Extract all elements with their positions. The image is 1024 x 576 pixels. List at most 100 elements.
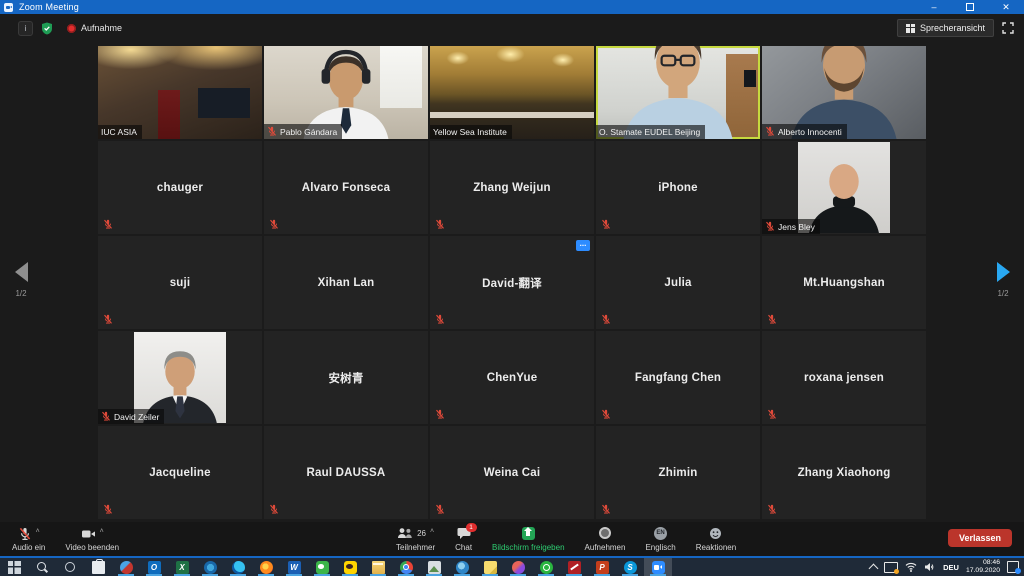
participant-tile-pablo-g-ndara[interactable]: Pablo Gándara <box>264 46 428 139</box>
participants-button[interactable]: 26 ˄ Teilnehmer <box>396 527 435 552</box>
participant-tile-roxana-jensen[interactable]: roxana jensen <box>762 331 926 424</box>
interpretation-button[interactable]: EN Englisch <box>645 527 675 552</box>
participant-tile-jens-bley[interactable]: Jens Bley <box>762 141 926 234</box>
taskbar-icon-search[interactable] <box>28 558 56 576</box>
participant-tile-jacqueline[interactable]: Jacqueline <box>98 426 262 519</box>
taskbar-icon-outlook[interactable]: O <box>140 558 168 576</box>
participant-tile-iuc-asia[interactable]: IUC ASIA <box>98 46 262 139</box>
leave-meeting-button[interactable]: Verlassen <box>948 529 1012 547</box>
participant-tile-suji[interactable]: suji <box>98 236 262 329</box>
taskbar-icon-wechat[interactable] <box>308 558 336 576</box>
chat-button[interactable]: 1 Chat <box>455 527 472 552</box>
muted-mic-icon <box>601 219 611 230</box>
tray-display-icon[interactable] <box>884 562 898 573</box>
meeting-info-icon[interactable]: i <box>18 21 33 36</box>
participant-tile-david-zeiler[interactable]: David Zeiler <box>98 331 262 424</box>
participant-tile-chauger[interactable]: chauger <box>98 141 262 234</box>
taskbar-icon-excel[interactable]: X <box>168 558 196 576</box>
participant-tile-zhimin[interactable]: Zhimin <box>596 426 760 519</box>
taskbar-icon-start[interactable] <box>0 558 28 576</box>
participant-name: ChenYue <box>430 331 594 424</box>
wifi-icon[interactable] <box>905 562 917 572</box>
encryption-shield-icon <box>41 22 53 35</box>
previous-page-button[interactable]: 1/2 <box>6 262 36 298</box>
participant-name: O. Stamate EUDEL Beijing <box>599 127 700 137</box>
pdf-reader-icon <box>568 561 581 574</box>
participant-tile-raul-daussa[interactable]: Raul DAUSSA <box>264 426 428 519</box>
participant-name: Mt.Huangshan <box>762 236 926 329</box>
participant-tile-o-stamate-eudel-beijing[interactable]: O. Stamate EUDEL Beijing <box>596 46 760 139</box>
taskbar-icon-explorer[interactable] <box>364 558 392 576</box>
taskbar-icon-edge[interactable] <box>224 558 252 576</box>
participant-tile-julia[interactable]: Julia <box>596 236 760 329</box>
next-page-button[interactable]: 1/2 <box>988 262 1018 298</box>
taskbar-icon-pdf-reader[interactable] <box>560 558 588 576</box>
taskbar-icon-thunderbird[interactable] <box>112 558 140 576</box>
participant-tile-zhang-xiaohong[interactable]: Zhang Xiaohong <box>762 426 926 519</box>
participant-tile-alberto-innocenti[interactable]: Alberto Innocenti <box>762 46 926 139</box>
taskbar-icon-blue-circle-app[interactable] <box>196 558 224 576</box>
share-screen-label: Bildschirm freigeben <box>492 543 564 552</box>
action-center-icon[interactable] <box>1007 561 1019 573</box>
clock-time: 08:46 <box>966 559 1000 567</box>
taskbar-icon-whatsapp[interactable] <box>532 558 560 576</box>
participant-tile-chenyue[interactable]: ChenYue <box>430 331 594 424</box>
taskbar-icon-word[interactable]: W <box>280 558 308 576</box>
participant-tile-zhang-weijun[interactable]: Zhang Weijun <box>430 141 594 234</box>
taskbar-icon-sticky-notes[interactable] <box>476 558 504 576</box>
record-button[interactable]: Aufnehmen <box>585 527 626 552</box>
maximize-button[interactable] <box>952 0 988 14</box>
keyboard-language-indicator[interactable]: DEU <box>943 563 959 572</box>
taskbar-icon-zoom[interactable] <box>644 558 672 576</box>
grid-view-icon <box>906 24 915 33</box>
minimize-button[interactable]: – <box>916 0 952 14</box>
participant-tile-david[interactable]: David-翻译... <box>430 236 594 329</box>
window-title: Zoom Meeting <box>19 2 79 12</box>
tray-overflow-chevron-icon[interactable] <box>869 563 879 573</box>
participant-name: Julia <box>596 236 760 329</box>
participant-name: chauger <box>98 141 262 234</box>
taskbar-icon-skype[interactable]: S <box>616 558 644 576</box>
more-options-badge[interactable]: ... <box>576 240 590 251</box>
participant-tile-xihan-lan[interactable]: Xihan Lan <box>264 236 428 329</box>
store-icon <box>92 561 105 574</box>
audio-button[interactable]: ˄ Audio ein <box>12 527 45 552</box>
video-button[interactable]: ˄ Video beenden <box>65 527 119 552</box>
taskbar-icon-paint3d[interactable] <box>504 558 532 576</box>
participant-name: Jacqueline <box>98 426 262 519</box>
participant-name: roxana jensen <box>762 331 926 424</box>
gallery-stage: IUC ASIAPablo GándaraYellow Sea Institut… <box>0 42 1024 522</box>
share-screen-button[interactable]: Bildschirm freigeben <box>492 527 564 552</box>
muted-mic-icon <box>269 504 279 515</box>
participant-tile-fangfang-chen[interactable]: Fangfang Chen <box>596 331 760 424</box>
taskbar-icon-chrome[interactable] <box>392 558 420 576</box>
taskbar-icon-photos[interactable] <box>420 558 448 576</box>
volume-icon[interactable] <box>924 562 936 572</box>
participants-options-chevron[interactable]: ˄ <box>430 527 434 537</box>
taskbar-icon-cortana[interactable] <box>56 558 84 576</box>
reactions-button[interactable]: Reaktionen <box>696 527 736 552</box>
participant-tile-mt-huangshan[interactable]: Mt.Huangshan <box>762 236 926 329</box>
taskbar-icon-store[interactable] <box>84 558 112 576</box>
participant-tile-alvaro-fonseca[interactable]: Alvaro Fonseca <box>264 141 428 234</box>
participant-name: Fangfang Chen <box>596 331 760 424</box>
video-options-chevron[interactable]: ˄ <box>100 527 104 537</box>
speaker-view-button[interactable]: Sprecheransicht <box>897 19 994 37</box>
outlook-icon: O <box>148 561 161 574</box>
participant-tile-participant[interactable]: 安树青 <box>264 331 428 424</box>
participant-label: David Zeiler <box>98 409 164 424</box>
taskbar-icon-powerpoint[interactable]: P <box>588 558 616 576</box>
participant-name: suji <box>98 236 262 329</box>
recording-indicator[interactable]: Aufnahme <box>67 23 122 33</box>
close-button[interactable]: ✕ <box>988 0 1024 14</box>
taskbar-icon-globe-app[interactable] <box>448 558 476 576</box>
participant-tile-iphone[interactable]: iPhone <box>596 141 760 234</box>
participant-tile-yellow-sea-institute[interactable]: Yellow Sea Institute <box>430 46 594 139</box>
interpretation-button-label: Englisch <box>645 543 675 552</box>
audio-options-chevron[interactable]: ˄ <box>36 527 40 537</box>
clock[interactable]: 08:46 17.09.2020 <box>966 559 1000 575</box>
taskbar-icon-firefox[interactable] <box>252 558 280 576</box>
participant-tile-weina-cai[interactable]: Weina Cai <box>430 426 594 519</box>
taskbar-icon-kakaotalk[interactable] <box>336 558 364 576</box>
fullscreen-button[interactable] <box>1002 22 1014 34</box>
